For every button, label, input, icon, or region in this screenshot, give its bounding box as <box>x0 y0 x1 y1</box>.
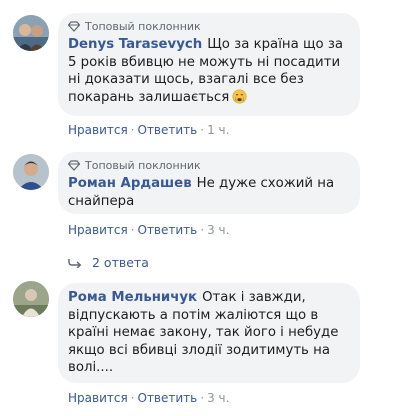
comment-bubble: Рома Мельничук Отак і завжди, відпускають… <box>58 283 360 383</box>
author-link[interactable]: Рома Мельничук <box>68 290 197 305</box>
avatar[interactable] <box>13 15 49 51</box>
separator-dot: · <box>130 223 135 237</box>
replies-label[interactable]: 2 ответа <box>92 255 149 270</box>
comment-actions: Нравится · Ответить · 3 ч. <box>68 223 229 237</box>
author-link[interactable]: Denys Tarasevych <box>68 37 202 52</box>
top-fan-badge: Топовый поклонник <box>68 19 348 34</box>
avatar[interactable] <box>13 281 49 317</box>
like-link[interactable]: Нравится <box>68 391 128 405</box>
comment-text: Роман Ардашев Не дуже схожий на снайпера <box>68 175 348 210</box>
separator-dot: · <box>200 391 205 405</box>
comment-text: Рома Мельничук Отак і завжди, відпускають… <box>68 289 348 377</box>
author-link[interactable]: Роман Ардашев <box>68 176 192 191</box>
separator-dot: · <box>200 223 205 237</box>
reply-link[interactable]: Ответить <box>138 223 198 237</box>
timestamp[interactable]: 1 ч. <box>207 123 229 137</box>
separator-dot: · <box>130 391 135 405</box>
comment-bubble: Топовый поклонник Роман Ардашев Не дуже с… <box>58 152 360 214</box>
separator-dot: · <box>130 123 135 137</box>
comment-actions: Нравится · Ответить · 1 ч. <box>68 123 229 137</box>
reply-link[interactable]: Ответить <box>138 123 198 137</box>
view-replies-link[interactable]: 2 ответа <box>68 255 149 270</box>
separator-dot: · <box>200 123 205 137</box>
comment-actions: Нравится · Ответить · 3 ч. <box>68 391 229 405</box>
badge-label: Топовый поклонник <box>85 159 201 172</box>
top-fan-badge: Топовый поклонник <box>68 158 348 173</box>
diamond-icon <box>68 160 80 171</box>
like-link[interactable]: Нравится <box>68 223 128 237</box>
reply-link[interactable]: Ответить <box>138 391 198 405</box>
badge-label: Топовый поклонник <box>85 20 201 33</box>
comment-text: Denys Tarasevych Що за країна що за 5 рок… <box>68 36 348 109</box>
like-link[interactable]: Нравится <box>68 123 128 137</box>
avatar[interactable] <box>13 154 49 190</box>
timestamp[interactable]: 3 ч. <box>207 391 229 405</box>
diamond-icon <box>68 21 80 32</box>
comment-bubble: Топовый поклонник Denys Tarasevych Що за … <box>58 13 360 116</box>
timestamp[interactable]: 3 ч. <box>207 223 229 237</box>
crying-emoji-icon <box>232 88 247 110</box>
reply-arrow-icon <box>68 258 82 268</box>
